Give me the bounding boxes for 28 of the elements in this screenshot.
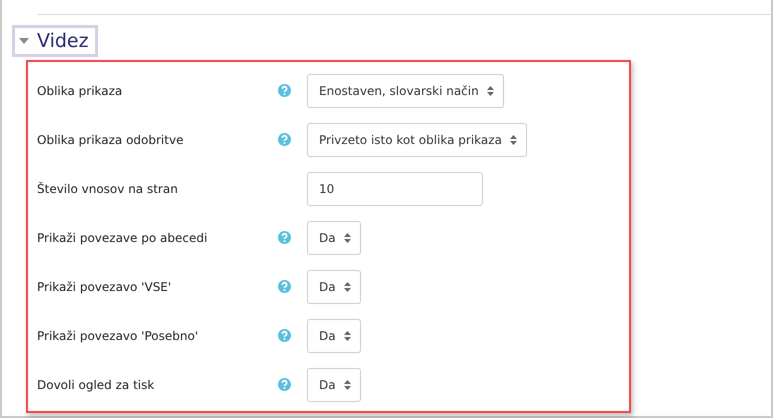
field-label: Oblika prikaza [37,84,124,98]
field-label: Prikaži povezavo 'VSE' [37,280,172,294]
sort-arrows-icon [344,380,351,390]
select-field[interactable]: Da [307,368,361,402]
sort-arrows-icon [344,330,351,340]
select-field[interactable]: Da [307,318,361,352]
help-icon[interactable] [278,329,291,342]
field-label: Prikaži povezave po abecedi [37,230,208,244]
select-field[interactable]: Privzeto isto kot oblika prikaza [307,122,527,156]
help-icon[interactable] [278,378,291,391]
help-icon[interactable] [278,84,291,97]
select-field[interactable]: Da [307,220,361,254]
sort-arrows-icon [344,282,351,292]
field-label: Prikaži povezavo 'Posebno' [37,328,200,342]
field-label: Število vnosov na stran [37,182,179,196]
sort-arrows-icon [510,134,517,144]
select-field[interactable]: Da [307,270,361,304]
input-field[interactable]: 10 [307,172,483,206]
sort-arrows-icon [344,232,351,242]
field-label: Oblika prikaza odobritve [37,132,184,146]
select-field[interactable]: Enostaven, slovarski način [307,74,504,108]
caret-icon [19,38,29,44]
sort-arrows-icon [486,86,494,96]
section-toggle[interactable]: Videz [12,25,98,57]
help-icon[interactable] [278,231,291,244]
help-icon[interactable] [278,133,291,146]
field-label: Dovoli ogled za tisk [37,378,156,392]
help-icon[interactable] [278,280,291,293]
